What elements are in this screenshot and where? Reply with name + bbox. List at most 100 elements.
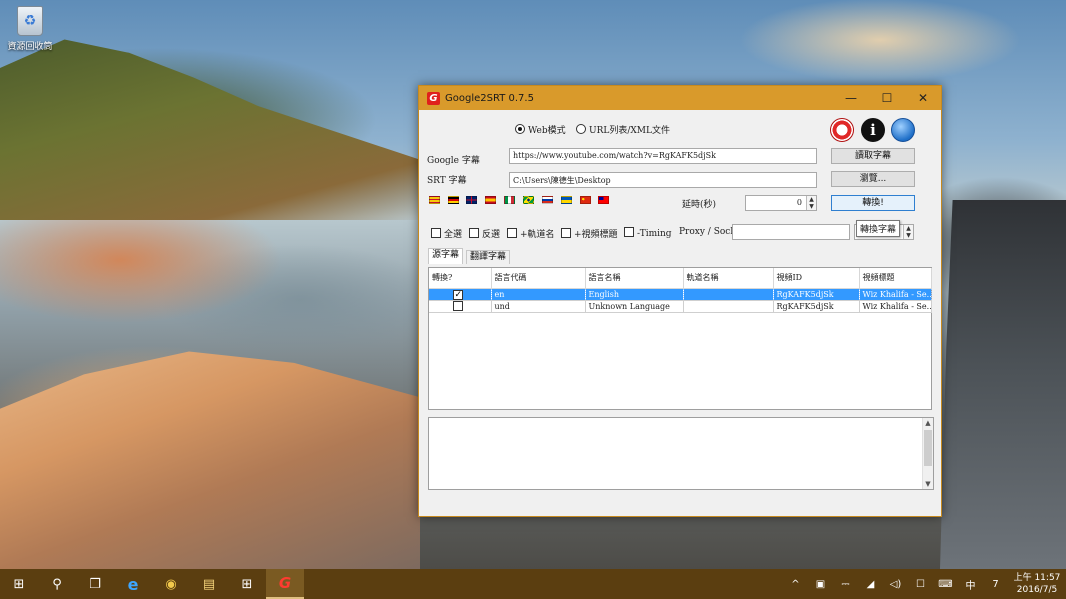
input-method-indicator[interactable]: 中 bbox=[958, 577, 983, 592]
file-explorer-taskbar-icon[interactable]: ▤ bbox=[190, 569, 228, 599]
invert-selection-label: 反選 bbox=[482, 230, 501, 240]
convert-button[interactable]: 轉換! bbox=[831, 195, 915, 211]
action-center-icon[interactable]: ☐ bbox=[908, 579, 933, 590]
invert-selection-checkbox[interactable]: 反選 bbox=[469, 227, 500, 240]
scroll-up-icon[interactable]: ▲ bbox=[923, 418, 933, 428]
table-row[interactable]: und Unknown Language RgKAFK5djSk Wiz Kha… bbox=[429, 300, 932, 313]
chrome-taskbar-icon[interactable]: ◉ bbox=[152, 569, 190, 599]
column-header-language-name[interactable]: 語言名稱 bbox=[585, 268, 684, 289]
start-button[interactable]: ⊞ bbox=[0, 569, 38, 599]
timing-checkbox[interactable]: -Timing bbox=[624, 227, 672, 239]
track-name-cell bbox=[683, 300, 774, 313]
track-name-cell bbox=[683, 288, 774, 301]
proxy-input[interactable] bbox=[732, 224, 850, 240]
russian-flag-icon[interactable] bbox=[542, 196, 553, 204]
table-row[interactable]: ✓ en English RgKAFK5djSk Wiz Khalifa - S… bbox=[429, 288, 932, 301]
taiwan-flag-icon[interactable] bbox=[598, 196, 609, 204]
google-url-input[interactable]: https://www.youtube.com/watch?v=RgKAFK5d… bbox=[509, 148, 817, 164]
checkbox-icon bbox=[431, 228, 441, 238]
delay-input[interactable]: 0 ▲ ▼ bbox=[745, 195, 817, 211]
track-name-label: +軌道名 bbox=[520, 230, 555, 240]
recycle-bin-label: 資源回收筒 bbox=[7, 42, 53, 52]
log-scrollbar[interactable]: ▲ ▼ bbox=[922, 418, 933, 489]
checkbox-icon bbox=[561, 228, 571, 238]
clock-time: 上午 11:57 bbox=[1013, 573, 1061, 583]
spanish-flag-icon[interactable] bbox=[485, 196, 496, 204]
edge-taskbar-icon[interactable]: e bbox=[114, 569, 152, 599]
google2srt-window: G Google2SRT 0.7.5 — ☐ ✕ Web模式 URL列表/XML… bbox=[418, 85, 942, 517]
language-name-cell: Unknown Language bbox=[585, 300, 684, 313]
catalan-flag-icon[interactable] bbox=[429, 196, 440, 204]
system-tray: ^ ▣ ⎓ ◢ ◁) ☐ ⌨ 中 7 上午 11:57 2016/7/5 bbox=[783, 569, 1066, 599]
delay-spinner[interactable]: ▲ ▼ bbox=[806, 196, 816, 210]
recycle-bin-shortcut[interactable]: ♻ 資源回收筒 bbox=[4, 6, 56, 52]
read-subtitles-button[interactable]: 讀取字幕 bbox=[831, 148, 915, 164]
browse-button[interactable]: 瀏覽... bbox=[831, 171, 915, 187]
url-mode-radio[interactable]: URL列表/XML文件 bbox=[576, 123, 670, 136]
app-logo-icon: G bbox=[427, 91, 440, 105]
show-hidden-icons-chevron-icon[interactable]: ^ bbox=[783, 579, 808, 590]
scroll-thumb[interactable] bbox=[924, 430, 932, 466]
clock[interactable]: 上午 11:57 2016/7/5 bbox=[1008, 572, 1066, 596]
column-header-language-code[interactable]: 語言代碼 bbox=[491, 268, 586, 289]
delay-value: 0 bbox=[796, 198, 802, 207]
task-view-button[interactable]: ❐ bbox=[76, 569, 114, 599]
volume-icon[interactable]: ◁) bbox=[883, 579, 908, 590]
track-name-checkbox[interactable]: +軌道名 bbox=[507, 227, 555, 240]
tray-app-icon[interactable]: ▣ bbox=[808, 579, 833, 590]
select-all-label: 全選 bbox=[444, 230, 463, 240]
log-textarea[interactable]: ▲ ▼ bbox=[428, 417, 934, 490]
tab-translated-subtitles[interactable]: 翻譯字幕 bbox=[466, 250, 511, 264]
globe-icon[interactable] bbox=[891, 118, 915, 142]
column-header-video-title[interactable]: 視頻標題 bbox=[859, 268, 932, 289]
close-button[interactable]: ✕ bbox=[905, 86, 941, 110]
convert-cell[interactable] bbox=[429, 300, 492, 313]
store-taskbar-icon[interactable]: ⊞ bbox=[228, 569, 266, 599]
notification-badge-icon[interactable]: 7 bbox=[983, 579, 1008, 590]
web-mode-label: Web模式 bbox=[528, 126, 566, 136]
info-icon[interactable]: i bbox=[861, 118, 885, 142]
column-header-video-id[interactable]: 視頻ID bbox=[773, 268, 860, 289]
wifi-icon[interactable]: ◢ bbox=[858, 579, 883, 590]
maximize-button[interactable]: ☐ bbox=[869, 86, 905, 110]
unchecked-checkbox-icon[interactable] bbox=[453, 300, 464, 311]
srt-path-input[interactable]: C:\Users\陳德生\Desktop bbox=[509, 172, 817, 188]
minimize-button[interactable]: — bbox=[833, 86, 869, 110]
checkbox-icon bbox=[624, 227, 634, 237]
video-id-cell: RgKAFK5djSk bbox=[773, 288, 860, 301]
italian-flag-icon[interactable] bbox=[504, 196, 515, 204]
radio-dot-icon bbox=[515, 124, 525, 134]
scroll-down-icon[interactable]: ▼ bbox=[923, 479, 933, 489]
convert-cell[interactable]: ✓ bbox=[429, 288, 492, 301]
video-title-checkbox[interactable]: +視頻標題 bbox=[561, 227, 618, 240]
china-flag-icon[interactable] bbox=[580, 196, 591, 204]
ukraine-flag-icon[interactable] bbox=[561, 196, 572, 204]
wallpaper-rock bbox=[0, 351, 420, 569]
clock-date: 2016/7/5 bbox=[1016, 585, 1058, 595]
checkbox-icon bbox=[507, 228, 517, 238]
title-bar[interactable]: G Google2SRT 0.7.5 — ☐ ✕ bbox=[419, 86, 941, 110]
wallpaper-hill bbox=[0, 39, 430, 220]
checked-checkbox-icon[interactable]: ✓ bbox=[453, 289, 464, 299]
keyboard-icon[interactable]: ⌨ bbox=[933, 579, 958, 590]
taskbar: ⊞ ⚲ ❐ e ◉ ▤ ⊞ G ^ ▣ ⎓ ◢ ◁) ☐ ⌨ 中 7 上午 11… bbox=[0, 569, 1066, 599]
select-all-checkbox[interactable]: 全選 bbox=[431, 227, 462, 240]
tab-source-subtitles[interactable]: 源字幕 bbox=[428, 248, 464, 264]
language-code-cell: und bbox=[491, 300, 586, 313]
timing-label: -Timing bbox=[637, 229, 672, 239]
google2srt-taskbar-icon[interactable]: G bbox=[266, 569, 304, 599]
column-header-track-name[interactable]: 軌道名稱 bbox=[683, 268, 774, 289]
video-title-label: +視頻標題 bbox=[574, 230, 618, 240]
column-header-convert[interactable]: 轉換? bbox=[429, 268, 492, 289]
brazil-flag-icon[interactable] bbox=[523, 196, 534, 204]
german-flag-icon[interactable] bbox=[448, 196, 459, 204]
lifebuoy-icon[interactable] bbox=[830, 118, 854, 142]
uk-flag-icon[interactable] bbox=[466, 196, 477, 204]
table-header-row: 轉換? 語言代碼 語言名稱 軌道名稱 視頻ID 視頻標題 bbox=[429, 268, 932, 289]
language-name-cell: English bbox=[585, 288, 684, 301]
video-title-cell: Wiz Khalifa - Se... bbox=[859, 288, 932, 301]
battery-icon[interactable]: ⎓ bbox=[833, 579, 858, 590]
proxy-port-spinner[interactable]: ▲ ▼ bbox=[903, 225, 913, 239]
web-mode-radio[interactable]: Web模式 bbox=[515, 123, 566, 136]
search-button[interactable]: ⚲ bbox=[38, 569, 76, 599]
